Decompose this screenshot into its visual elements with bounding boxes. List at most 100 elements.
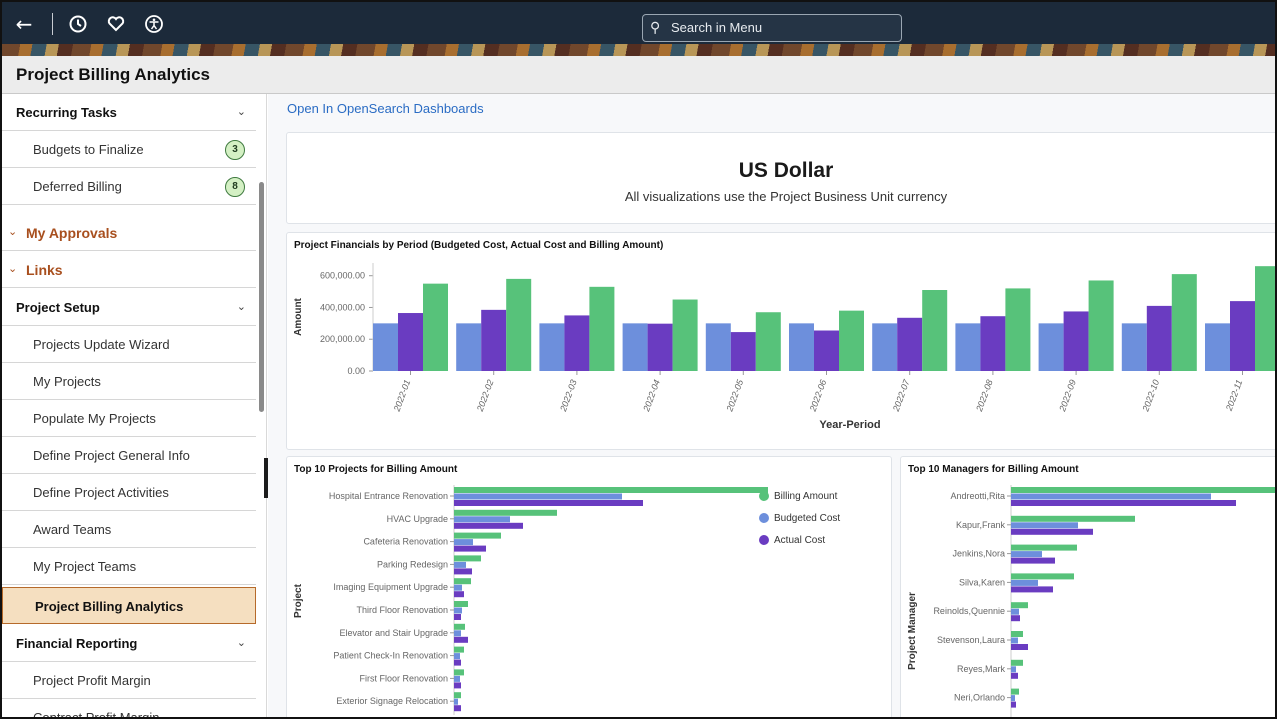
section-recurring-tasks[interactable]: Recurring Tasks ⌄ xyxy=(2,94,256,131)
heart-icon[interactable] xyxy=(102,10,130,38)
chevron-down-icon[interactable]: ⌄ xyxy=(237,636,246,649)
h-bar xyxy=(454,500,643,506)
sidebar-item-label: Project Profit Margin xyxy=(33,673,151,688)
accessibility-icon[interactable] xyxy=(140,10,168,38)
chart-title: Project Financials by Period (Budgeted C… xyxy=(294,240,664,251)
sidebar-item-populate-my-projects[interactable]: Populate My Projects xyxy=(2,400,256,437)
sidebar-item-label: Project Billing Analytics xyxy=(35,599,184,614)
x-tick-label: 2022-09 xyxy=(1057,378,1078,413)
sidebar-item-project-billing-analytics[interactable]: Project Billing Analytics xyxy=(2,587,256,624)
h-bar xyxy=(1011,672,1018,679)
period-bar xyxy=(481,309,507,371)
page-header: Project Billing Analytics xyxy=(2,56,1275,94)
period-bar xyxy=(1230,301,1255,371)
header-banner-image xyxy=(2,44,1275,56)
period-bar xyxy=(423,283,448,371)
x-tick-label: 2022-02 xyxy=(475,378,496,413)
x-tick-label: 2022-01 xyxy=(391,378,412,413)
sidebar-item-define-general-info[interactable]: Define Project General Info xyxy=(2,437,256,474)
section-label: Financial Reporting xyxy=(16,636,138,651)
section-label: Links xyxy=(26,262,63,278)
section-label: My Approvals xyxy=(26,225,118,241)
chevron-down-icon[interactable]: ⌄ xyxy=(237,300,246,313)
section-project-setup[interactable]: Project Setup ⌄ xyxy=(2,289,256,326)
h-bar xyxy=(1011,528,1093,535)
page-title: Project Billing Analytics xyxy=(16,65,210,84)
sidebar-item-projects-update-wizard[interactable]: Projects Update Wizard xyxy=(2,326,256,363)
sidebar-item-label: Award Teams xyxy=(33,522,112,537)
y-axis-title: Project Manager xyxy=(907,592,918,670)
period-bar xyxy=(789,323,814,371)
toolbar-divider xyxy=(52,13,53,35)
x-tick-label: 2022-11 xyxy=(1224,378,1245,413)
currency-title: US Dollar xyxy=(738,159,834,182)
h-bar xyxy=(454,692,461,699)
h-bar xyxy=(454,532,501,539)
period-chart: 0.00 200,000.00 400,000.00 600,000.00 Amount… xyxy=(293,263,1275,431)
h-bar xyxy=(1011,493,1211,500)
y-tick-label: Third Floor Renovation xyxy=(356,605,448,615)
sidebar-scrollbar[interactable] xyxy=(259,182,264,412)
h-bar xyxy=(1011,522,1078,529)
h-bar xyxy=(1011,602,1028,609)
section-financial-reporting[interactable]: Financial Reporting ⌄ xyxy=(2,625,256,662)
h-bar xyxy=(454,522,523,529)
y-tick-label: 0.00 xyxy=(347,366,365,376)
arrow-left-icon[interactable]: ← xyxy=(10,10,38,38)
h-bar xyxy=(1011,500,1236,506)
open-in-opensearch-link[interactable]: Open In OpenSearch Dashboards xyxy=(287,101,484,116)
y-tick-label: Elevator and Stair Upgrade xyxy=(339,628,448,638)
count-badge: 8 xyxy=(225,177,245,197)
y-tick-label: Exterior Signage Relocation xyxy=(336,696,448,706)
section-links[interactable]: ⌄ Links xyxy=(2,251,256,288)
y-tick-label: Patient Check-In Renovation xyxy=(333,651,448,661)
period-bar xyxy=(955,323,981,371)
sidebar-item-define-activities[interactable]: Define Project Activities xyxy=(2,474,256,511)
h-bar xyxy=(454,607,462,614)
h-bar xyxy=(454,555,481,562)
period-bar xyxy=(647,323,673,371)
sidebar-item-label: My Projects xyxy=(33,374,101,389)
legend-swatch xyxy=(759,535,769,545)
period-bar xyxy=(1038,323,1064,371)
h-bar xyxy=(454,630,461,637)
h-bar xyxy=(454,539,473,546)
section-my-approvals[interactable]: ⌄ My Approvals xyxy=(2,214,256,251)
h-bar xyxy=(454,545,486,552)
h-bar xyxy=(454,516,510,523)
h-bar xyxy=(454,493,622,500)
chevron-down-icon[interactable]: ⌄ xyxy=(237,105,246,118)
y-tick-label: First Floor Renovation xyxy=(359,673,448,683)
h-bar xyxy=(454,568,472,575)
period-bar xyxy=(564,315,590,371)
period-bar xyxy=(980,316,1006,371)
sidebar-item-deferred-billing[interactable]: Deferred Billing 8 xyxy=(2,168,256,205)
sidebar-item-contract-profit-margin[interactable]: Contract Profit Margin xyxy=(2,699,256,717)
period-bar xyxy=(897,317,923,371)
sidebar-item-label: Populate My Projects xyxy=(33,411,156,426)
h-bar xyxy=(454,487,768,493)
chart-title: Top 10 Projects for Billing Amount xyxy=(294,464,458,475)
h-bar xyxy=(454,623,465,630)
h-bar xyxy=(454,601,468,607)
clock-icon[interactable] xyxy=(64,10,92,38)
h-bar xyxy=(1011,688,1019,695)
h-bar xyxy=(1011,615,1020,622)
h-bar xyxy=(454,698,458,705)
y-tick-label: Imaging Equipment Upgrade xyxy=(333,582,448,592)
sidebar-item-project-profit-margin[interactable]: Project Profit Margin xyxy=(2,662,256,699)
h-bar xyxy=(454,561,466,568)
legend-label: Actual Cost xyxy=(774,535,825,546)
legend-swatch xyxy=(759,513,769,523)
sidebar-item-my-project-teams[interactable]: My Project Teams xyxy=(2,548,256,585)
h-bar xyxy=(454,614,461,620)
period-bar xyxy=(539,323,565,371)
search-input[interactable]: ⚲ Search in Menu xyxy=(642,14,902,42)
x-tick-label: 2022-10 xyxy=(1140,378,1161,413)
sidebar-item-award-teams[interactable]: Award Teams xyxy=(2,511,256,548)
y-tick-label: Parking Redesign xyxy=(377,559,448,569)
sidebar-item-my-projects[interactable]: My Projects xyxy=(2,363,256,400)
main-content: Open In OpenSearch Dashboards US Dollar … xyxy=(268,94,1275,717)
h-bar xyxy=(454,636,468,643)
sidebar-item-budgets-to-finalize[interactable]: Budgets to Finalize 3 xyxy=(2,131,256,168)
